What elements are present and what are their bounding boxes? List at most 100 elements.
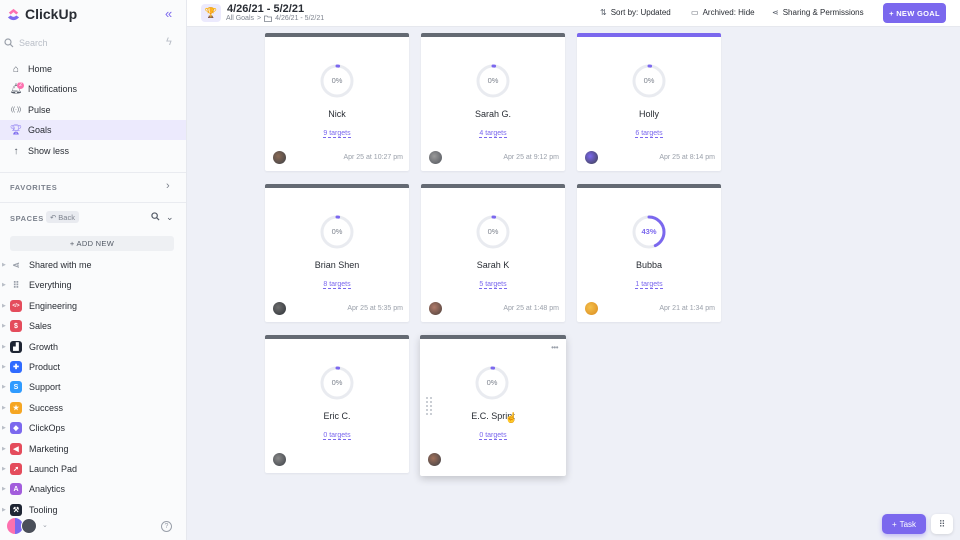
owner-avatar[interactable]: [429, 302, 442, 315]
space-label: Launch Pad: [29, 464, 78, 474]
goal-card[interactable]: 0% Brian Shen 8 targets Apr 25 at 5:35 pm: [265, 184, 409, 322]
chevron-down-icon[interactable]: ⌄: [42, 521, 48, 529]
sidebar-space-support[interactable]: ▶ S Support: [0, 377, 186, 397]
search-input[interactable]: Search: [4, 34, 158, 52]
caret-right-icon[interactable]: ▶: [2, 486, 6, 492]
targets-link[interactable]: 4 targets: [479, 130, 507, 138]
goal-name[interactable]: Brian Shen: [265, 260, 409, 270]
caret-right-icon[interactable]: ▶: [2, 466, 6, 472]
goal-card[interactable]: 0% Sarah G. 4 targets Apr 25 at 9:12 pm: [421, 33, 565, 171]
user-avatar[interactable]: [21, 518, 37, 534]
sidebar-space-everything[interactable]: ▶ ⠿ Everything: [0, 275, 186, 295]
goal-card[interactable]: 0% Sarah K 5 targets Apr 25 at 1:48 pm: [421, 184, 565, 322]
caret-right-icon[interactable]: ▶: [2, 323, 6, 329]
spaces-label: SPACES: [10, 214, 44, 223]
sidebar-space-launch-pad[interactable]: ▶ ➚ Launch Pad: [0, 459, 186, 479]
goal-targets: 5 targets: [421, 273, 565, 291]
space-label: Growth: [29, 341, 59, 352]
targets-link[interactable]: 8 targets: [323, 281, 351, 289]
goal-name[interactable]: Holly: [577, 109, 721, 119]
sharing-button[interactable]: ⋖ Sharing & Permissions: [772, 8, 864, 17]
goal-card[interactable]: 0% Nick 9 targets Apr 25 at 10:27 pm: [265, 33, 409, 171]
owner-avatar[interactable]: [429, 151, 442, 164]
chevron-down-icon[interactable]: ⌄: [166, 212, 174, 223]
caret-right-icon[interactable]: ▶: [2, 384, 6, 390]
goal-name[interactable]: Eric C.: [265, 411, 409, 421]
goal-name[interactable]: Bubba: [577, 260, 721, 270]
sidebar-space-shared-with-me[interactable]: ▶ ⋖ Shared with me: [0, 255, 186, 275]
sidebar-item-show-less[interactable]: ↑ Show less: [0, 141, 186, 161]
targets-link[interactable]: 9 targets: [323, 130, 351, 138]
divider: [0, 172, 186, 173]
sidebar-space-clickops[interactable]: ▶ ◆ ClickOps: [0, 418, 186, 438]
progress-percent: 0%: [487, 227, 499, 236]
caret-right-icon[interactable]: ▶: [2, 262, 6, 268]
goal-targets: 6 targets: [577, 122, 721, 140]
progress-percent: 0%: [487, 76, 499, 85]
share-icon: ⋖: [772, 8, 779, 17]
space-label: Shared with me: [29, 260, 92, 270]
owner-avatar[interactable]: [585, 302, 598, 315]
goal-card[interactable]: 0% Eric C. 0 targets: [265, 335, 409, 473]
goal-card[interactable]: 0% E.C. Sprint 0 targets ••• ☝: [420, 335, 566, 476]
sidebar-space-product[interactable]: ▶ ✚ Product: [0, 357, 186, 377]
goal-name[interactable]: Sarah K: [421, 260, 565, 270]
caret-right-icon[interactable]: ▶: [2, 282, 6, 288]
favorites-label[interactable]: FAVORITES: [10, 183, 57, 192]
sort-icon: ⇅: [600, 8, 607, 17]
owner-avatar[interactable]: [585, 151, 598, 164]
sidebar-item-goals[interactable]: 🏆︎ Goals: [0, 120, 186, 140]
sidebar-item-home[interactable]: ⌂ Home: [0, 59, 186, 79]
archived-toggle[interactable]: ▭ Archived: Hide: [691, 8, 755, 17]
archived-label: Archived: Hide: [702, 8, 755, 17]
new-task-button[interactable]: + Task: [882, 514, 926, 534]
new-goal-button[interactable]: + NEW GOAL: [883, 3, 946, 23]
goal-card[interactable]: 0% Holly 6 targets Apr 25 at 8:14 pm: [577, 33, 721, 171]
targets-link[interactable]: 6 targets: [635, 130, 663, 138]
sort-button[interactable]: ⇅ Sort by: Updated: [600, 8, 671, 17]
breadcrumb-all-goals[interactable]: All Goals: [226, 15, 254, 22]
sidebar-space-success[interactable]: ▶ ★ Success: [0, 398, 186, 418]
targets-link[interactable]: 1 targets: [635, 281, 663, 289]
sidebar-space-growth[interactable]: ▶ ▟ Growth: [0, 337, 186, 357]
sidebar-space-engineering[interactable]: ▶ </> Engineering: [0, 296, 186, 316]
owner-avatar[interactable]: [273, 453, 286, 466]
caret-right-icon[interactable]: ▶: [2, 446, 6, 452]
sidebar-space-analytics[interactable]: ▶ A Analytics: [0, 479, 186, 499]
caret-right-icon[interactable]: ▶: [2, 303, 6, 309]
owner-avatar[interactable]: [273, 151, 286, 164]
help-icon[interactable]: ?: [161, 521, 172, 532]
caret-right-icon[interactable]: ▶: [2, 425, 6, 431]
caret-right-icon[interactable]: ▶: [2, 405, 6, 411]
add-new-space-button[interactable]: + ADD NEW: [10, 236, 174, 251]
breadcrumb-folder[interactable]: 4/26/21 - 5/2/21: [275, 15, 324, 22]
back-button[interactable]: ↶ Back: [46, 211, 79, 223]
bolt-icon[interactable]: ϟ: [166, 36, 172, 48]
sidebar-item-pulse[interactable]: ((·)) Pulse: [0, 100, 186, 120]
goal-name[interactable]: Sarah G.: [421, 109, 565, 119]
goal-targets: 1 targets: [577, 273, 721, 291]
caret-right-icon[interactable]: ▶: [2, 364, 6, 370]
chevron-right-icon[interactable]: ›: [166, 180, 170, 192]
collapse-sidebar-icon[interactable]: «: [165, 6, 172, 21]
sidebar-item-label: Home: [28, 64, 53, 74]
sidebar-item-notifications[interactable]: 🔔︎ 2 Notifications: [0, 79, 186, 99]
more-options-icon[interactable]: •••: [551, 343, 558, 352]
apps-grid-icon[interactable]: ⠿: [931, 514, 953, 534]
chart-icon: ▟: [10, 340, 22, 353]
search-spaces-icon[interactable]: [151, 212, 160, 223]
targets-link[interactable]: 0 targets: [479, 432, 507, 440]
sidebar-space-sales[interactable]: ▶ $ Sales: [0, 316, 186, 336]
targets-link[interactable]: 5 targets: [479, 281, 507, 289]
logo[interactable]: ClickUp: [0, 0, 186, 28]
targets-link[interactable]: 0 targets: [323, 432, 351, 440]
caret-right-icon[interactable]: ▶: [2, 344, 6, 350]
drag-handle-icon[interactable]: [426, 397, 432, 417]
goal-name[interactable]: E.C. Sprint: [420, 411, 566, 421]
owner-avatar[interactable]: [273, 302, 286, 315]
goal-name[interactable]: Nick: [265, 109, 409, 119]
owner-avatar[interactable]: [428, 453, 441, 466]
clickup-logo-icon: [7, 8, 20, 20]
goal-card[interactable]: 43% Bubba 1 targets Apr 21 at 1:34 pm: [577, 184, 721, 322]
sidebar-space-marketing[interactable]: ▶ ◀ Marketing: [0, 439, 186, 459]
